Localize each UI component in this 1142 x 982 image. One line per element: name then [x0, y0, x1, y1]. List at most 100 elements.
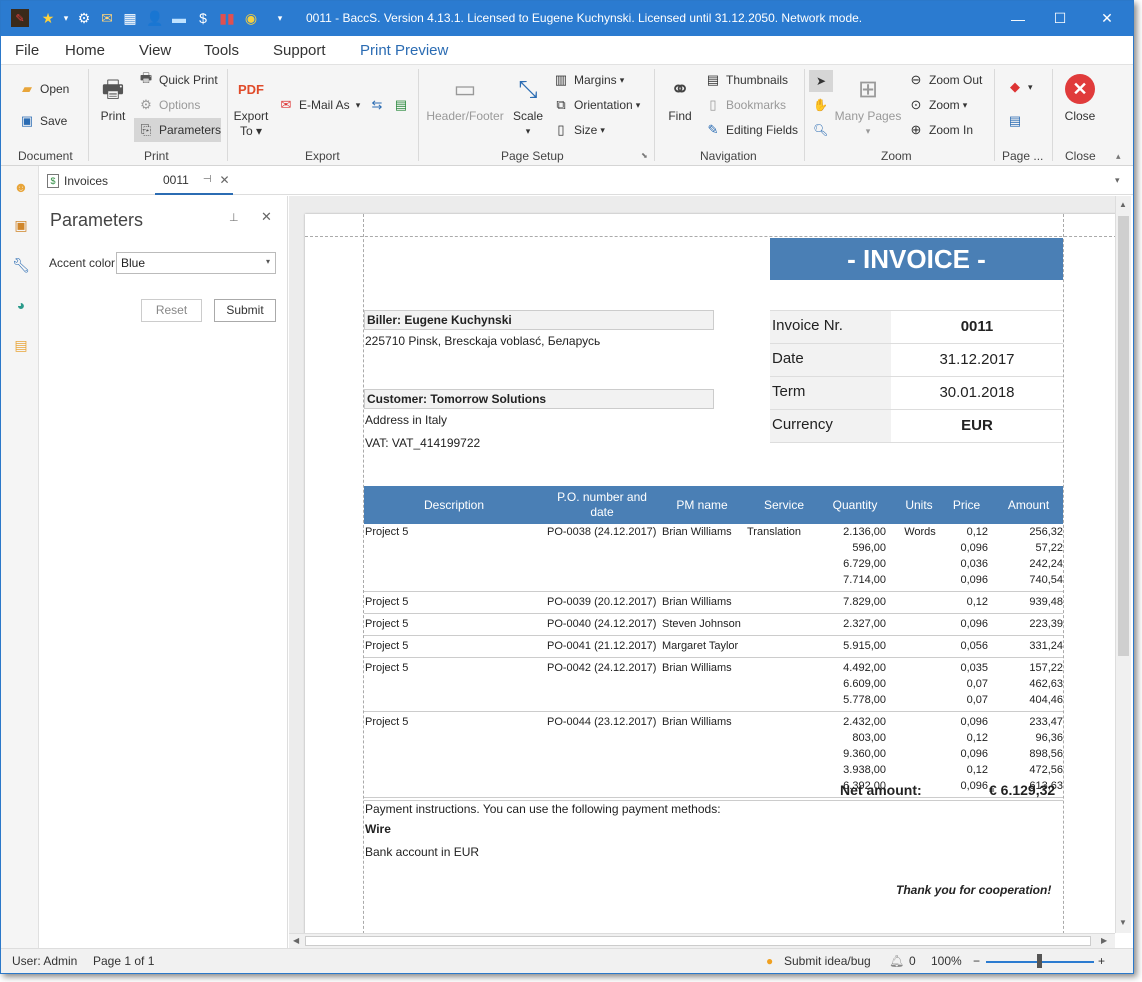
bell-icon[interactable]: 🔔︎ — [889, 954, 904, 968]
minimize-button[interactable]: — — [995, 1, 1041, 36]
maximize-button[interactable]: ☐ — [1037, 1, 1083, 36]
zoom-slider-thumb[interactable] — [1037, 954, 1042, 968]
submit-button[interactable]: Submit — [214, 299, 276, 322]
folder-icon[interactable]: ▬ — [170, 9, 188, 27]
zoom-in-icon: ⊕ — [910, 122, 922, 137]
group-label-zoom: Zoom — [881, 149, 912, 163]
quick-print-button[interactable]: 🖶 Quick Print — [138, 70, 218, 88]
tab-invoices[interactable]: $ Invoices — [47, 166, 108, 195]
pin-panel-icon[interactable]: ⊥ — [229, 211, 239, 224]
close-window-button[interactable]: ✕ — [1084, 1, 1130, 36]
watermark-button[interactable]: ▤ — [1007, 113, 1028, 129]
column-header: Description — [423, 497, 485, 512]
globe-icon[interactable]: ◉ — [242, 9, 260, 27]
editing-fields-button[interactable]: ✎ Editing Fields — [705, 122, 799, 138]
hand-tool-button[interactable]: ✋ — [813, 98, 828, 112]
row-amount: 472,56 — [1029, 764, 1063, 776]
scroll-down-arrow-icon[interactable]: ▼ — [1119, 918, 1127, 927]
documents-icon[interactable]: ▣ — [12, 216, 30, 234]
save-button[interactable]: ▣ Save — [19, 113, 68, 129]
dialog-launcher-icon[interactable]: ⬊ — [641, 151, 648, 160]
vertical-scroll-thumb[interactable] — [1118, 216, 1129, 656]
ribbon-separator — [227, 69, 228, 161]
ribbon-separator — [994, 69, 995, 161]
find-button[interactable]: ⚭ Find — [663, 73, 697, 124]
zoom-minus-icon[interactable]: − — [973, 954, 980, 968]
scroll-right-arrow-icon[interactable]: ▶ — [1101, 936, 1107, 945]
column-header: PM name — [676, 497, 728, 512]
invoice-icon[interactable]: $ — [194, 9, 212, 27]
meta-value: 30.01.2018 — [939, 384, 1015, 401]
close-tab-icon[interactable]: ✕ — [220, 173, 230, 187]
menu-print-preview[interactable]: Print Preview — [357, 42, 451, 66]
tab-list-dropdown-icon[interactable]: ▾ — [1115, 166, 1120, 195]
zoom-button[interactable]: ⊙ Zoom ▾ — [908, 97, 968, 113]
row-price: 0,096 — [960, 618, 988, 630]
magnifier-tool-button[interactable]: 🔍︎ — [813, 123, 828, 137]
reset-button[interactable]: Reset — [141, 299, 202, 322]
open-button[interactable]: ▰ Open — [19, 81, 69, 97]
bookmarks-icon: ▯ — [709, 97, 717, 112]
parameters-title: Parameters — [50, 210, 144, 230]
menu-view[interactable]: View — [139, 42, 171, 59]
row-amount: 233,47 — [1029, 716, 1063, 728]
scroll-left-arrow-icon[interactable]: ◀ — [293, 936, 299, 945]
ribbon-separator — [1052, 69, 1053, 161]
row-price: 0,096 — [960, 574, 988, 586]
invoice-page: - INVOICE - Biller: Eugene Kuchynski 225… — [305, 214, 1117, 933]
customer-address: Address in Italy — [365, 413, 448, 427]
size-button[interactable]: ▯ Size ▾ — [553, 122, 604, 138]
favorites-star-icon[interactable]: ★ — [39, 9, 57, 27]
scroll-up-arrow-icon[interactable]: ▲ — [1119, 200, 1127, 209]
many-pages-button[interactable]: ⊞ Many Pages ▾ — [835, 73, 902, 139]
print-preview-area[interactable]: - INVOICE - Biller: Eugene Kuchynski 225… — [289, 196, 1117, 933]
pointer-tool-button[interactable]: ➤ — [809, 70, 833, 92]
options-button[interactable]: ⚙ Options — [138, 97, 200, 113]
zoom-in-button[interactable]: ⊕ Zoom In — [908, 122, 973, 138]
customize-quick-access-icon[interactable]: ▾ — [271, 9, 289, 27]
close-preview-button[interactable]: ✕ Close — [1060, 73, 1100, 124]
accent-color-select[interactable]: Blue ▾ — [116, 252, 276, 274]
header-footer-button[interactable]: ▭ Header/Footer — [425, 73, 505, 124]
user-icon[interactable]: 👤 — [146, 9, 164, 27]
print-button[interactable]: 🖶 Print — [95, 73, 131, 124]
menu-tools[interactable]: Tools — [204, 42, 239, 59]
contacts-icon[interactable]: ☻ — [12, 178, 30, 196]
orientation-button[interactable]: ⧉ Orientation ▾ — [553, 97, 640, 113]
parameters-button[interactable]: ⎘ Parameters — [134, 118, 221, 142]
menu-home[interactable]: Home — [65, 42, 105, 59]
collapse-ribbon-icon[interactable]: ▴ — [1116, 151, 1121, 162]
tab-0011[interactable]: 0011 ⊣ ✕ — [155, 166, 233, 195]
books-icon[interactable]: ▮▮ — [218, 9, 236, 27]
export-to-button[interactable]: PDF Export To ▾ — [232, 73, 270, 139]
thumbnails-button[interactable]: ▤ Thumbnails — [705, 72, 788, 88]
close-panel-icon[interactable]: ✕ — [261, 209, 272, 225]
mail-icon[interactable]: ✉ — [98, 9, 116, 27]
settings-gear-icon[interactable]: ⚙ — [75, 9, 93, 27]
pin-icon[interactable]: ⊣ — [203, 174, 212, 185]
email-as-button[interactable]: ✉ E-Mail As ▾ — [278, 97, 361, 113]
row-amount: 57,22 — [1035, 542, 1063, 554]
export-image-button[interactable]: ▤ — [393, 97, 414, 113]
column-header: Service — [763, 497, 804, 512]
chevron-down-icon[interactable]: ▾ — [57, 9, 75, 27]
margins-button[interactable]: ▥ Margins ▾ — [553, 72, 624, 88]
horizontal-scroll-thumb[interactable] — [305, 936, 1091, 946]
chat-icon[interactable]: ◕ — [12, 296, 30, 314]
scale-button[interactable]: ⤡ Scale ▾ — [511, 73, 545, 139]
wrench-icon[interactable]: 🔧︎ — [12, 256, 30, 274]
vertical-scrollbar[interactable]: ▲ ▼ — [1115, 196, 1131, 933]
menu-support[interactable]: Support — [273, 42, 326, 59]
horizontal-scrollbar[interactable]: ◀ ▶ — [289, 933, 1115, 949]
page-color-button[interactable]: ◆ ▾ — [1007, 79, 1033, 95]
clipboard-icon[interactable]: ▤ — [12, 336, 30, 354]
export-excel-button[interactable]: ⇆ — [369, 97, 390, 113]
submit-idea-link[interactable]: Submit idea/bug — [784, 954, 871, 968]
net-amount-label: Net amount: — [840, 782, 922, 798]
row-price: 0,096 — [960, 748, 988, 760]
bookmarks-button[interactable]: ▯ Bookmarks — [705, 97, 786, 113]
calendar-icon[interactable]: ▦ — [121, 9, 139, 27]
menu-file[interactable]: File — [15, 42, 39, 59]
zoom-plus-icon[interactable]: + — [1098, 954, 1105, 968]
zoom-out-button[interactable]: ⊖ Zoom Out — [908, 72, 983, 88]
